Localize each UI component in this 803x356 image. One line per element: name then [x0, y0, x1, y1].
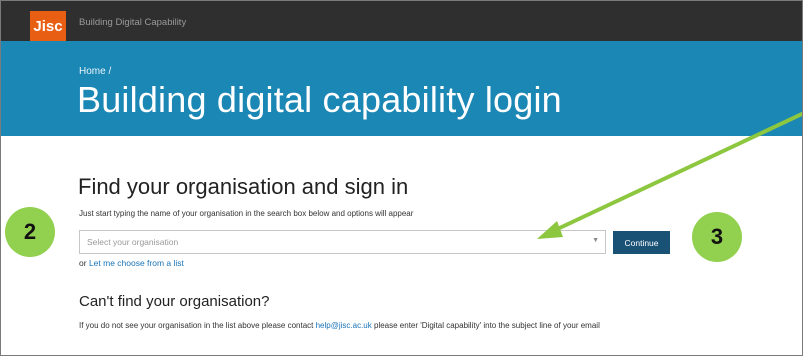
arrow-head [537, 221, 563, 239]
annotation-arrow [537, 111, 802, 239]
arrow-shaft [548, 111, 802, 235]
browser-frame: Jisc Building Digital Capability Home / … [0, 0, 803, 356]
